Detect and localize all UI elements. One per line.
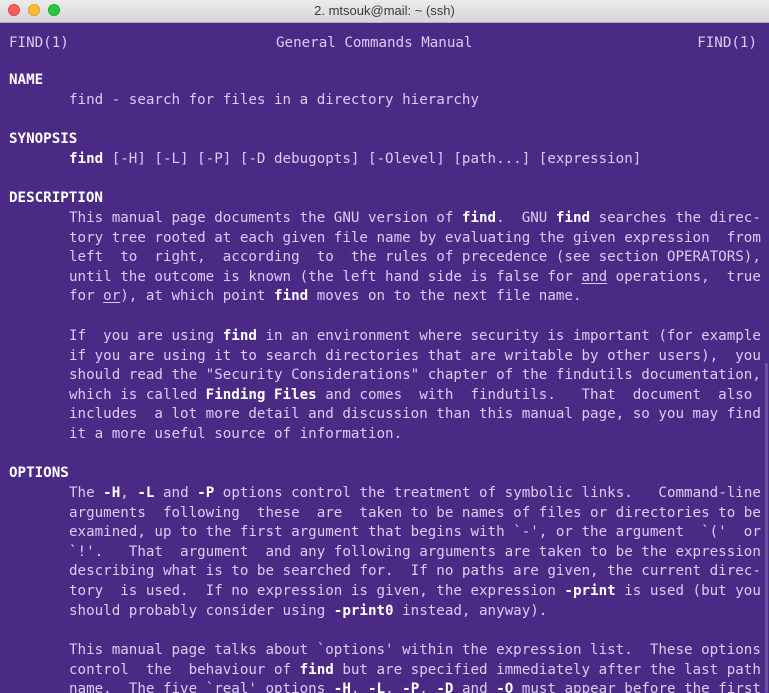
bold-term: find — [222, 328, 257, 344]
man-header-left: FIND(1) — [9, 35, 69, 51]
text-run: , — [350, 681, 368, 693]
underlined-term: or — [103, 288, 121, 305]
man-text-line: tory is used. If no expression is given,… — [69, 582, 761, 602]
text-run: until the outcome is known (the left han… — [69, 268, 582, 285]
bold-term: Finding Files — [205, 386, 317, 403]
man-text-line: it a more useful source of information. — [69, 425, 402, 445]
bold-term: -print0 — [333, 602, 394, 619]
name-section-text: find - search for files in a directory h… — [69, 92, 479, 108]
text-run: should probably consider using — [69, 602, 334, 619]
window-titlebar[interactable]: 2. mtsouk@mail: ~ (ssh) — [0, 0, 769, 23]
text-run: is used (but you — [615, 583, 761, 599]
bold-term: -H — [333, 681, 351, 693]
text-run: moves on to the next file name. — [308, 288, 582, 305]
bold-term: -D — [436, 681, 454, 693]
text-run: , — [120, 485, 138, 501]
man-text-line: This manual page documents the GNU versi… — [69, 209, 761, 229]
man-text-line: until the outcome is known (the left han… — [69, 268, 761, 288]
text-run: examined, up to the first argument that … — [69, 524, 761, 541]
text-run: searches the direc- — [590, 210, 761, 226]
text-run: This manual page documents the GNU versi… — [69, 210, 462, 226]
text-run: `!'. That argument and any following arg… — [69, 543, 761, 560]
text-run: instead, anyway). — [393, 602, 548, 619]
man-text-line: describing what is to be searched for. I… — [69, 562, 761, 582]
man-text-line: examined, up to the first argument that … — [69, 523, 761, 543]
text-run: control the behaviour of — [69, 661, 300, 678]
bold-term: -L — [137, 485, 155, 501]
text-run: This manual page talks about `options' w… — [69, 642, 761, 658]
text-run: left to right, according to the rules of… — [69, 249, 761, 266]
text-run: must appear before the first — [513, 681, 761, 693]
text-run: If you are using — [69, 328, 223, 344]
bold-term: -P — [402, 681, 420, 693]
text-run: if you are using it to search directorie… — [69, 347, 761, 364]
text-run: arguments following these are taken to b… — [69, 504, 761, 521]
name-section-heading: NAME — [9, 72, 44, 88]
text-run: for — [69, 288, 104, 305]
text-run: and comes with findutils. That document … — [316, 386, 753, 403]
man-text-line: if you are using it to search directorie… — [69, 347, 761, 367]
synopsis-arguments: [-H] [-L] [-P] [-D debugopts] [-Olevel] … — [103, 151, 642, 167]
bold-term: find — [461, 210, 497, 226]
options-section-heading: OPTIONS — [9, 465, 69, 481]
text-run: . GNU — [496, 210, 556, 226]
synopsis-section-heading: SYNOPSIS — [9, 131, 78, 147]
text-run: describing what is to be searched for. I… — [69, 563, 761, 580]
man-text-line: The -H, -L and -P options control the tr… — [69, 484, 761, 504]
man-text-line: arguments following these are taken to b… — [69, 504, 761, 524]
bold-term: -O — [496, 681, 514, 693]
window-title: 2. mtsouk@mail: ~ (ssh) — [314, 3, 455, 18]
text-run: name. The five `real' options — [69, 681, 334, 693]
man-text-line: should read the "Security Considerations… — [69, 366, 761, 386]
description-section-heading: DESCRIPTION — [9, 190, 103, 206]
man-text-line: which is called Finding Files and comes … — [69, 386, 752, 406]
text-run: includes a lot more detail and discussio… — [69, 406, 761, 423]
terminal-scrollbar[interactable] — [765, 363, 768, 693]
text-run: in an environment where security is impo… — [256, 328, 761, 344]
man-text-line: for or), at which point find moves on to… — [69, 287, 582, 307]
man-text-line: If you are using find in an environment … — [69, 327, 761, 347]
man-text-line: left to right, according to the rules of… — [69, 248, 761, 268]
man-text-line: `!'. That argument and any following arg… — [69, 543, 761, 563]
text-run: , — [419, 681, 437, 693]
text-run: ), at which point — [120, 288, 275, 305]
text-run: tory is used. If no expression is given,… — [69, 583, 565, 599]
bold-term: find — [299, 661, 334, 678]
text-run: but are specified immediately after the … — [333, 661, 761, 678]
bold-term: -print — [564, 583, 616, 599]
bold-term: -L — [367, 681, 386, 693]
bold-term: -H — [103, 485, 121, 501]
underlined-term: and — [581, 268, 608, 285]
text-run: and — [453, 681, 497, 693]
man-text-line: name. The five `real' options -H, -L, -P… — [69, 680, 761, 693]
bold-term: find — [555, 210, 591, 226]
text-run: options control the treatment of symboli… — [214, 485, 761, 501]
synopsis-line: find [-H] [-L] [-P] [-D debugopts] [-Ole… — [69, 150, 641, 170]
text-run: which is called — [69, 386, 206, 403]
man-header-right: FIND(1) — [697, 35, 757, 51]
man-header-center: General Commands Manual — [276, 35, 473, 51]
text-run: tory tree rooted at each given file name… — [69, 229, 761, 246]
synopsis-command: find — [69, 151, 104, 167]
bold-term: -P — [197, 485, 215, 501]
text-run: The — [69, 485, 104, 501]
text-run: should read the "Security Considerations… — [69, 367, 761, 384]
text-run: , — [385, 681, 403, 693]
text-run: and — [154, 485, 198, 501]
text-run: it a more useful source of information. — [69, 426, 403, 442]
bold-term: find — [274, 288, 309, 305]
man-text-line: should probably consider using -print0 i… — [69, 602, 547, 622]
terminal-window: 2. mtsouk@mail: ~ (ssh) FIND(1) General … — [0, 0, 769, 693]
man-text-line: control the behaviour of find but are sp… — [69, 661, 761, 681]
text-run: operations, true — [607, 268, 761, 285]
man-text-line: tory tree rooted at each given file name… — [69, 229, 761, 249]
man-text-line: This manual page talks about `options' w… — [69, 641, 761, 661]
man-text-line: includes a lot more detail and discussio… — [69, 405, 761, 425]
terminal-content[interactable]: FIND(1) General Commands Manual FIND(1) … — [0, 23, 769, 693]
